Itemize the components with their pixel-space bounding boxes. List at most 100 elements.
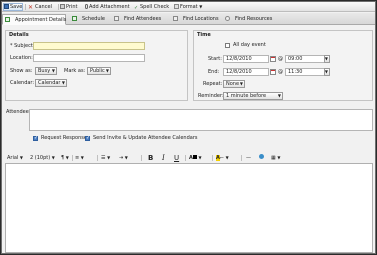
chevron-down-icon: ▼ [324,56,328,61]
reminder-label: Reminder: [198,93,224,99]
format-icon [174,4,179,9]
start-date-input[interactable]: 12/8/2010 [223,55,269,63]
chevron-down-icon: ▼ [199,4,203,9]
end-at-label: @ [278,69,283,75]
calendar-icon[interactable] [270,69,276,75]
indent-button[interactable]: ⇥ ▼ [119,154,128,162]
paragraph-icon: ¶ [61,155,65,161]
repeat-label: Repeat: [203,81,223,87]
align-left-icon: ≡ [75,155,80,161]
cancel-icon: ✕ [28,4,34,11]
format-separator [141,155,142,161]
chevron-down-icon: ▼ [107,155,111,160]
details-panel: Details * Subject: Location: Show as: Bu… [5,30,188,101]
highlight-line-icon: ⌐ [219,155,225,161]
highlight-button[interactable]: A⌐ ▼ [216,154,229,162]
toolbar-separator [58,4,59,10]
request-responses-label: Request Responses [41,135,90,141]
tab-find-locations[interactable]: Find Locations [171,14,219,25]
color-swatch [192,155,197,159]
text-color-button[interactable]: A ▼ [189,154,202,162]
mark-as-select[interactable]: Public ▼ [87,67,111,75]
toolbar-separator [25,4,26,10]
paragraph-style-button[interactable]: ¶ ▼ [61,154,69,162]
format-separator [72,155,73,161]
bullet-list-icon: ☰ [101,155,106,161]
location-label: Location: [10,55,33,61]
start-time-dropdown[interactable]: ▼ [324,55,330,63]
reminder-select[interactable]: 1 minute before ▼ [223,92,283,100]
attendees-input[interactable] [29,109,373,131]
chevron-down-icon: ▼ [239,81,243,86]
add-attachment-button[interactable]: Add Attachment [85,3,130,11]
chevron-down-icon: ▼ [65,155,69,160]
chevron-down-icon: ▼ [61,80,65,85]
cancel-button[interactable]: ✕ Cancel [28,3,52,11]
find-resources-icon [225,16,230,21]
repeat-select[interactable]: None ▼ [223,80,245,88]
format-toolbar: Arial ▼ 2 (10pt) ▼ ¶ ▼ ≡ ▼ ☰ ▼ ⇥ ▼ B I U… [5,153,371,163]
underline-button[interactable]: U [174,154,179,162]
indent-icon: ⇥ [119,155,124,161]
italic-button[interactable]: I [162,154,165,162]
format-separator [97,155,98,161]
format-menu[interactable]: Format ▼ [174,3,202,11]
print-button[interactable]: Print [60,3,78,11]
spell-check-icon: ✓ [134,5,139,11]
format-separator [241,155,242,161]
tab-appointment-details[interactable]: Appointment Details [2,14,66,25]
insert-table-button[interactable]: ▦ ▼ [271,154,280,162]
body-editor[interactable] [5,163,373,253]
align-button[interactable]: ≡ ▼ [75,154,84,162]
format-separator [185,155,186,161]
chevron-down-icon: ▼ [105,68,109,73]
list-button[interactable]: ☰ ▼ [101,154,110,162]
show-as-label: Show as: [10,68,33,74]
send-invite-label: Send Invite & Update Attendee Calendars [93,135,198,141]
horizontal-rule-icon: — [246,155,251,161]
calendar-select[interactable]: Calendar ▼ [35,79,67,87]
bold-button[interactable]: B [148,154,153,162]
subject-input[interactable] [33,42,145,50]
tab-find-attendees[interactable]: Find Attendees [112,14,161,25]
insert-link-button[interactable] [259,154,264,162]
schedule-icon [72,16,77,21]
spell-check-button[interactable]: ✓ Spell Check [134,3,169,11]
find-attendees-icon [114,16,119,21]
end-date-input[interactable]: 12/8/2010 [223,68,269,76]
print-icon [60,4,65,9]
tab-find-resources[interactable]: Find Resources [223,14,272,25]
find-locations-icon [173,16,178,21]
all-day-checkbox[interactable] [225,43,230,48]
chevron-down-icon: ▼ [51,68,55,73]
end-time-dropdown[interactable]: ▼ [324,68,330,76]
chevron-down-icon: ▼ [324,69,328,74]
time-panel: Time All day event Start: 12/8/2010 @ 09… [193,30,373,101]
start-time-input[interactable]: 09:00 [285,55,325,63]
start-at-label: @ [278,56,283,62]
horizontal-rule-button[interactable]: — [246,154,251,162]
chevron-down-icon: ▼ [225,155,229,160]
start-label: Start: [208,56,222,62]
appointment-icon [5,17,10,22]
chevron-down-icon: ▼ [198,155,202,160]
mark-as-label: Mark as: [64,68,86,74]
end-time-input[interactable]: 11:30 [285,68,325,76]
font-size-select[interactable]: 2 (10pt) ▼ [30,154,55,162]
calendar-icon[interactable] [270,56,276,62]
details-title: Details [9,32,29,38]
save-icon [4,4,9,9]
send-invite-checkbox[interactable] [85,135,90,141]
all-day-label: All day event [233,42,266,48]
chevron-down-icon: ▼ [51,155,55,160]
save-button[interactable]: Save [3,3,23,11]
chevron-down-icon: ▼ [277,155,281,160]
show-as-select[interactable]: Busy ▼ [35,67,57,75]
font-family-select[interactable]: Arial ▼ [7,154,23,162]
tab-schedule[interactable]: Schedule [70,14,105,25]
chevron-down-icon: ▼ [124,155,128,160]
location-input[interactable] [33,54,145,62]
request-responses-checkbox[interactable] [33,135,38,141]
tab-bar: Appointment Details Schedule Find Attend… [2,13,375,25]
subject-label: * Subject: [10,43,35,49]
